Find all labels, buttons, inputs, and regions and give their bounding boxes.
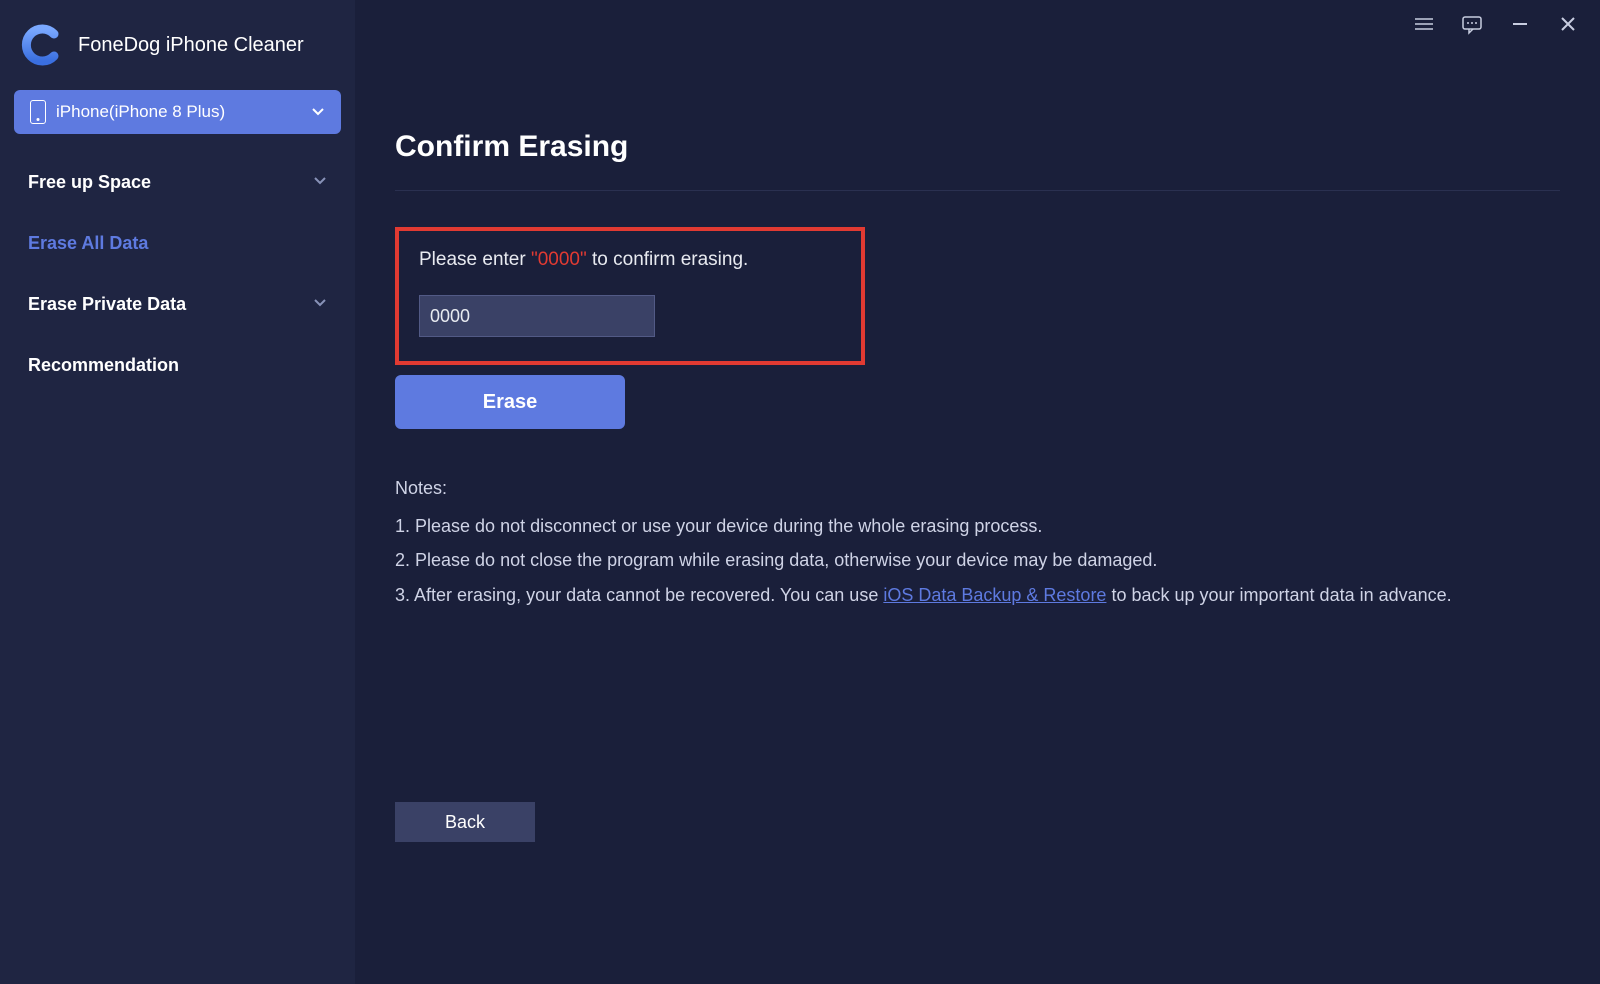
phone-icon <box>30 100 46 124</box>
sidebar: FoneDog iPhone Cleaner iPhone(iPhone 8 P… <box>0 0 355 984</box>
notes-section: Notes: 1. Please do not disconnect or us… <box>395 471 1560 612</box>
device-selector-left: iPhone(iPhone 8 Plus) <box>30 100 225 124</box>
note-1: 1. Please do not disconnect or use your … <box>395 509 1560 543</box>
sidebar-item-erase-private-data[interactable]: Erase Private Data <box>0 274 355 335</box>
device-selector[interactable]: iPhone(iPhone 8 Plus) <box>14 90 341 134</box>
sidebar-item-label: Erase All Data <box>28 233 148 254</box>
erase-button[interactable]: Erase <box>395 375 625 429</box>
chevron-down-icon <box>313 294 327 315</box>
note-3-pre: 3. After erasing, your data cannot be re… <box>395 585 883 605</box>
menu-icon[interactable] <box>1412 12 1436 36</box>
chevron-down-icon <box>311 105 325 119</box>
confirm-highlight-box: Please enter "0000" to confirm erasing. <box>395 227 865 365</box>
sidebar-item-erase-all-data[interactable]: Erase All Data <box>0 213 355 274</box>
app-window: FoneDog iPhone Cleaner iPhone(iPhone 8 P… <box>0 0 1600 984</box>
brand: FoneDog iPhone Cleaner <box>0 12 355 90</box>
main-content: Confirm Erasing Please enter "0000" to c… <box>355 0 1600 984</box>
instruction-prefix: Please enter <box>419 249 531 270</box>
notes-title: Notes: <box>395 471 1560 505</box>
note-2: 2. Please do not close the program while… <box>395 543 1560 577</box>
close-button[interactable] <box>1556 12 1580 36</box>
sidebar-item-label: Erase Private Data <box>28 294 186 315</box>
confirm-instruction: Please enter "0000" to confirm erasing. <box>419 249 841 271</box>
chevron-down-icon <box>313 172 327 193</box>
sidebar-item-recommendation[interactable]: Recommendation <box>0 335 355 396</box>
device-label: iPhone(iPhone 8 Plus) <box>56 102 225 122</box>
instruction-code: "0000" <box>531 249 587 270</box>
sidebar-nav: Free up Space Erase All Data Erase Priva… <box>0 152 355 396</box>
app-logo-icon <box>20 24 62 66</box>
sidebar-item-label: Recommendation <box>28 355 179 376</box>
backup-restore-link[interactable]: iOS Data Backup & Restore <box>883 585 1106 605</box>
back-button[interactable]: Back <box>395 802 535 842</box>
feedback-icon[interactable] <box>1460 12 1484 36</box>
instruction-suffix: to confirm erasing. <box>587 249 749 270</box>
note-3-post: to back up your important data in advanc… <box>1106 585 1451 605</box>
sidebar-item-free-up-space[interactable]: Free up Space <box>0 152 355 213</box>
confirm-code-input[interactable] <box>419 295 655 337</box>
page-title: Confirm Erasing <box>395 130 1560 191</box>
window-controls <box>1412 12 1580 36</box>
note-3: 3. After erasing, your data cannot be re… <box>395 578 1560 612</box>
sidebar-item-label: Free up Space <box>28 172 151 193</box>
app-title: FoneDog iPhone Cleaner <box>78 34 304 57</box>
minimize-button[interactable] <box>1508 12 1532 36</box>
